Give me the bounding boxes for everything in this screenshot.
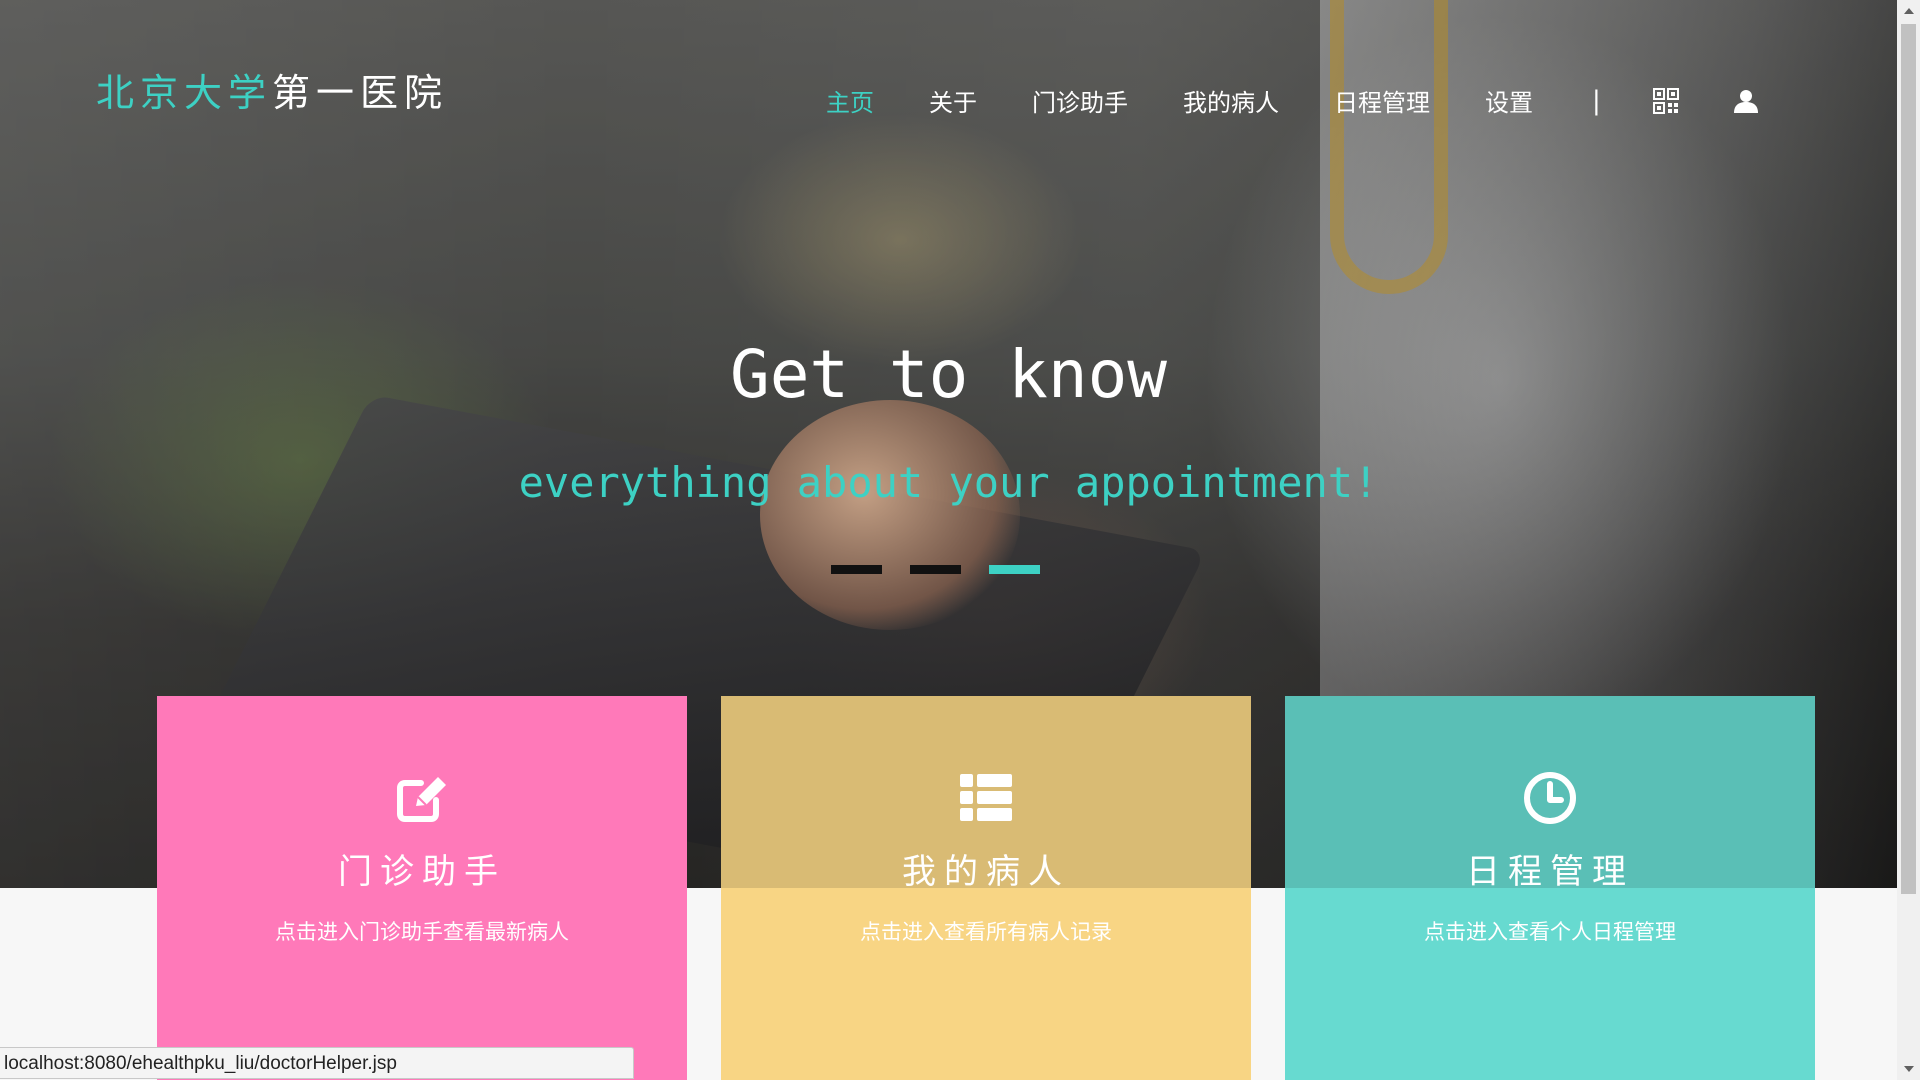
carousel-indicator-3[interactable] [989,565,1040,574]
brand-logo[interactable]: 北京大学第一医院 [96,62,448,117]
clock-icon [1524,772,1576,824]
page: 北京大学第一医院 主页 关于 门诊助手 我的病人 日程管理 设置 | Get t… [0,0,1897,1080]
navbar: 北京大学第一医院 主页 关于 门诊助手 我的病人 日程管理 设置 | [0,0,1897,140]
browser-status-bar: localhost:8080/ehealthpku_liu/doctorHelp… [0,1047,634,1079]
carousel-indicator-2[interactable] [910,565,961,574]
card-description: 点击进入门诊助手查看最新病人 [275,920,569,944]
card-description: 点击进入查看个人日程管理 [1424,920,1676,944]
nav-separator: | [1592,85,1601,116]
nav-item-settings[interactable]: 设置 [1485,83,1533,118]
nav-item-my-patients[interactable]: 我的病人 [1183,83,1279,118]
card-title: 门诊助手 [338,852,506,892]
chevron-up-icon [1903,8,1914,14]
nav-item-home[interactable]: 主页 [826,83,874,118]
scroll-down-button[interactable] [1897,1058,1920,1080]
scroll-up-button[interactable] [1897,0,1920,22]
list-icon [960,774,1012,821]
card-title: 日程管理 [1466,852,1634,892]
vertical-scrollbar[interactable] [1897,0,1920,1080]
chevron-down-icon [1903,1066,1914,1072]
card-description: 点击进入查看所有病人记录 [860,920,1112,944]
brand-logo-accent: 北京大学 [96,71,273,115]
hero-photo-hand [760,400,1020,630]
nav-menu: 主页 关于 门诊助手 我的病人 日程管理 设置 | [826,83,1813,118]
edit-icon [397,777,446,822]
nav-item-clinic-assistant[interactable]: 门诊助手 [1032,83,1128,118]
user-icon[interactable] [1733,88,1759,114]
scrollbar-thumb[interactable] [1901,24,1916,894]
nav-item-schedule[interactable]: 日程管理 [1334,83,1430,118]
nav-item-about[interactable]: 关于 [929,83,977,118]
carousel-indicators [831,565,1068,574]
card-title: 我的病人 [902,852,1070,892]
hero-title: Get to know [729,336,1168,413]
card-clinic-assistant[interactable]: 门诊助手 点击进入门诊助手查看最新病人 [157,696,687,1080]
card-my-patients[interactable]: 我的病人 点击进入查看所有病人记录 [721,696,1251,1080]
hero-subtitle: everything about your appointment! [518,458,1379,507]
qrcode-icon[interactable] [1652,87,1679,114]
card-schedule[interactable]: 日程管理 点击进入查看个人日程管理 [1285,696,1815,1080]
brand-logo-plain: 第一医院 [272,71,449,115]
carousel-indicator-1[interactable] [831,565,882,574]
